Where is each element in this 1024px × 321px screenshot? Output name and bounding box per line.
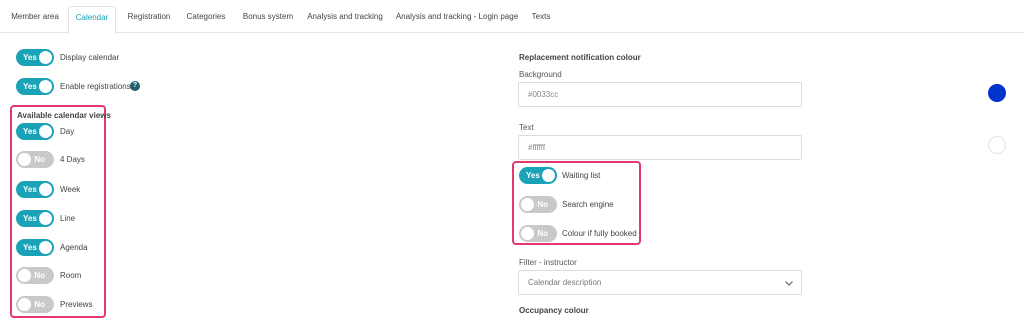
toggle-knob: [18, 153, 31, 166]
toggle-knob: [521, 198, 534, 211]
display-calendar-toggle[interactable]: Yes: [16, 49, 54, 66]
colour-fully-booked-toggle[interactable]: No: [519, 225, 557, 242]
tab-categories[interactable]: Categories: [180, 6, 232, 33]
tab-registration[interactable]: Registration: [120, 6, 178, 33]
toggle-knob: [39, 241, 52, 254]
calendar-views-heading: Available calendar views: [17, 111, 111, 120]
toggle-knob: [39, 125, 52, 138]
toggle-state-label: No: [537, 200, 548, 209]
search-engine-label: Search engine: [562, 200, 614, 209]
view-previews-label: Previews: [60, 300, 93, 309]
view-room-toggle[interactable]: No: [16, 267, 54, 284]
toggle-knob: [39, 51, 52, 64]
view-week-toggle[interactable]: Yes: [16, 181, 54, 198]
search-engine-toggle[interactable]: No: [519, 196, 557, 213]
toggle-knob: [521, 227, 534, 240]
view-line-toggle[interactable]: Yes: [16, 210, 54, 227]
view-room-label: Room: [60, 271, 82, 280]
text-colour-input[interactable]: #ffffff: [518, 135, 802, 160]
view-agenda-toggle[interactable]: Yes: [16, 239, 54, 256]
view-previews-toggle[interactable]: No: [16, 296, 54, 313]
toggle-knob: [18, 269, 31, 282]
toggle-knob: [39, 80, 52, 93]
chevron-down-icon: [785, 281, 793, 286]
view-agenda-label: Agenda: [60, 243, 88, 252]
toggle-state-label: No: [34, 300, 45, 309]
background-label: Background: [519, 70, 562, 79]
toggle-knob: [542, 169, 555, 182]
enable-registrations-toggle[interactable]: Yes: [16, 78, 54, 95]
toggle-knob: [18, 298, 31, 311]
toggle-state-label: No: [34, 155, 45, 164]
view-line-label: Line: [60, 214, 76, 223]
tab-member-area[interactable]: Member area: [6, 6, 64, 33]
view-week-label: Week: [60, 185, 81, 194]
view-4-days-label: 4 Days: [60, 155, 85, 164]
help-icon[interactable]: ?: [130, 81, 140, 91]
toggle-state-label: Yes: [23, 82, 37, 91]
toggle-state-label: Yes: [23, 243, 37, 252]
toggle-state-label: Yes: [23, 53, 37, 62]
tab-analysis-tracking-login[interactable]: Analysis and tracking - Login page: [392, 6, 522, 33]
toggle-knob: [39, 183, 52, 196]
colour-fully-booked-label: Colour if fully booked: [562, 229, 637, 238]
toggle-knob: [39, 212, 52, 225]
view-day-toggle[interactable]: Yes: [16, 123, 54, 140]
toggle-state-label: Yes: [23, 214, 37, 223]
notification-colour-heading: Replacement notification colour: [519, 53, 641, 62]
tab-bar: Member area Calendar Registration Catego…: [0, 0, 1024, 34]
filter-instructor-label: Filter - instructor: [519, 258, 577, 267]
tab-analysis-tracking[interactable]: Analysis and tracking: [302, 6, 388, 33]
toggle-state-label: No: [537, 229, 548, 238]
occupancy-colour-heading: Occupancy colour: [519, 306, 589, 315]
background-colour-input[interactable]: #0033cc: [518, 82, 802, 107]
toggle-state-label: No: [34, 271, 45, 280]
view-day-label: Day: [60, 127, 75, 136]
tab-calendar[interactable]: Calendar: [68, 6, 116, 34]
background-colour-swatch[interactable]: [988, 84, 1006, 102]
text-colour-swatch[interactable]: [988, 136, 1006, 154]
display-calendar-label: Display calendar: [60, 53, 120, 62]
tab-texts[interactable]: Texts: [526, 6, 556, 33]
enable-registrations-label: Enable registrations: [60, 82, 131, 91]
toggle-state-label: Yes: [526, 171, 540, 180]
waiting-list-label: Waiting list: [562, 171, 601, 180]
text-label: Text: [519, 123, 534, 132]
tab-bonus-system[interactable]: Bonus system: [236, 6, 300, 33]
view-4-days-toggle[interactable]: No: [16, 151, 54, 168]
waiting-list-toggle[interactable]: Yes: [519, 167, 557, 184]
filter-instructor-select[interactable]: Calendar description: [518, 270, 802, 295]
toggle-state-label: Yes: [23, 185, 37, 194]
toggle-state-label: Yes: [23, 127, 37, 136]
filter-instructor-value: Calendar description: [528, 278, 602, 287]
